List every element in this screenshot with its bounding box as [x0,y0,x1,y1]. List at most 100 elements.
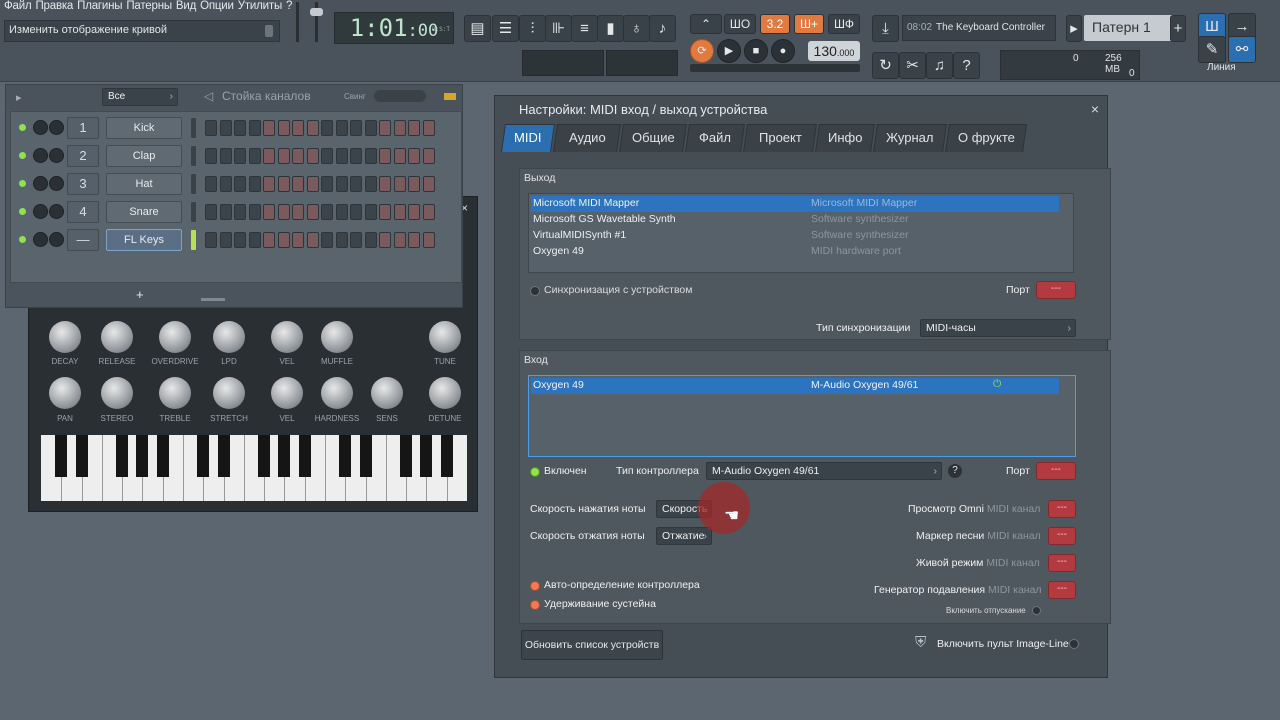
tab-0[interactable]: MIDI [501,124,555,152]
step-button[interactable] [205,204,217,220]
black-key[interactable] [339,435,352,477]
close-icon[interactable]: × [1091,101,1099,117]
knob[interactable] [429,321,461,353]
channel-name-button[interactable]: Clap [106,145,182,167]
output-device-row[interactable]: Microsoft MIDI Mapper Microsoft MIDI Mapp… [531,196,1059,212]
tab-6[interactable]: Журнал [873,124,947,152]
step-sequencer[interactable] [205,232,437,248]
menu-file[interactable]: Файл [4,0,32,12]
input-device-row[interactable]: Oxygen 49 M-Audio Oxygen 49/61 ⏻ [531,378,1059,394]
step-button[interactable] [292,232,304,248]
channel-led[interactable] [19,208,26,215]
channel-pan-knob[interactable] [49,176,64,191]
release-radio[interactable] [1032,606,1041,615]
metronome-button[interactable]: ⌃ [690,14,722,34]
channel-select-indicator[interactable] [191,230,196,250]
power-icon[interactable]: ⏻ [993,378,1001,391]
refresh-devices-button[interactable]: Обновить список устройств [521,630,663,660]
channel-volume-knob[interactable] [33,176,48,191]
tab-5[interactable]: Инфо [815,124,875,152]
step-button[interactable] [364,120,377,136]
step-button[interactable] [350,232,362,248]
step-button[interactable] [234,204,246,220]
channel-volume-knob[interactable] [33,120,48,135]
black-key[interactable] [156,435,169,477]
step-button[interactable] [248,232,261,248]
knob[interactable] [49,321,81,353]
step-button[interactable] [408,176,420,192]
menu-patterns[interactable]: Патерны [126,0,172,12]
step-button[interactable] [422,232,435,248]
knob[interactable] [271,321,303,353]
step-button[interactable] [393,176,406,192]
step-button[interactable] [263,232,275,248]
step-button[interactable] [335,120,348,136]
channel-pan-knob[interactable] [49,148,64,163]
step-button[interactable] [306,148,319,164]
tab-2[interactable]: Общие [619,124,687,152]
step-button[interactable] [350,204,362,220]
step-button[interactable] [422,204,435,220]
time-display[interactable]: B:S:T 1:01:00 [334,12,454,44]
step-button[interactable] [335,148,348,164]
suppress-button[interactable]: --- [1048,581,1076,599]
step-button[interactable] [263,176,275,192]
black-key[interactable] [116,435,129,477]
output-device-row[interactable]: VirtualMIDISynth #1 Software synthesizer [531,228,1059,244]
output-device-row[interactable]: Microsoft GS Wavetable Synth Software syn… [531,212,1059,228]
step-button[interactable] [364,148,377,164]
step-button[interactable] [277,204,290,220]
black-key[interactable] [136,435,149,477]
add-channel-button[interactable]: + [136,287,144,302]
step-button[interactable] [379,176,391,192]
knob[interactable] [213,377,245,409]
live-mode-button[interactable]: --- [1048,554,1076,572]
step-button[interactable] [219,148,232,164]
step-button[interactable] [234,120,246,136]
step-button[interactable] [321,176,333,192]
mixer-icon[interactable]: ⊪ [545,15,572,42]
step-sequencer[interactable] [205,176,437,192]
knob[interactable] [321,321,353,353]
master-volume-slider[interactable] [296,2,299,42]
black-key[interactable] [55,435,68,477]
step-button[interactable] [422,176,435,192]
tempo-tap-icon[interactable]: ♪ [649,15,676,42]
link-icon[interactable]: ⚯ [1228,36,1256,63]
step-button[interactable] [379,204,391,220]
step-button[interactable] [306,232,319,248]
step-button[interactable] [292,176,304,192]
step-button[interactable] [292,204,304,220]
black-key[interactable] [278,435,291,477]
step-button[interactable] [408,120,420,136]
rack-filter[interactable]: Все › [102,88,178,106]
step-button[interactable] [364,176,377,192]
sustain-radio[interactable] [530,600,540,610]
step-button[interactable] [379,120,391,136]
input-port-button[interactable]: --- [1036,462,1076,480]
step-button[interactable] [277,148,290,164]
menu-tools[interactable]: Утилиты [238,0,282,12]
knob[interactable] [321,377,353,409]
channel-name-button[interactable]: FL Keys [106,229,182,251]
input-device-list[interactable]: Oxygen 49 M-Audio Oxygen 49/61 ⏻ [528,375,1076,457]
step-button[interactable] [205,176,217,192]
knob[interactable] [429,377,461,409]
black-key[interactable] [440,435,453,477]
step-button[interactable] [234,148,246,164]
step-button[interactable] [335,232,348,248]
pattern-prev-icon[interactable]: ▸ [1066,15,1082,42]
sync-device-radio[interactable] [530,286,540,296]
channel-name-button[interactable]: Kick [106,117,182,139]
mixer2-icon[interactable]: ≡ [571,15,598,42]
step-button[interactable] [277,232,290,248]
step-button[interactable] [422,148,435,164]
step-button[interactable] [277,120,290,136]
step-button[interactable] [364,232,377,248]
step-button[interactable] [306,176,319,192]
black-key[interactable] [298,435,311,477]
step-button[interactable] [321,120,333,136]
enabled-radio[interactable] [530,467,540,477]
step-button[interactable] [408,148,420,164]
playlist-icon[interactable]: ▤ [464,15,491,42]
